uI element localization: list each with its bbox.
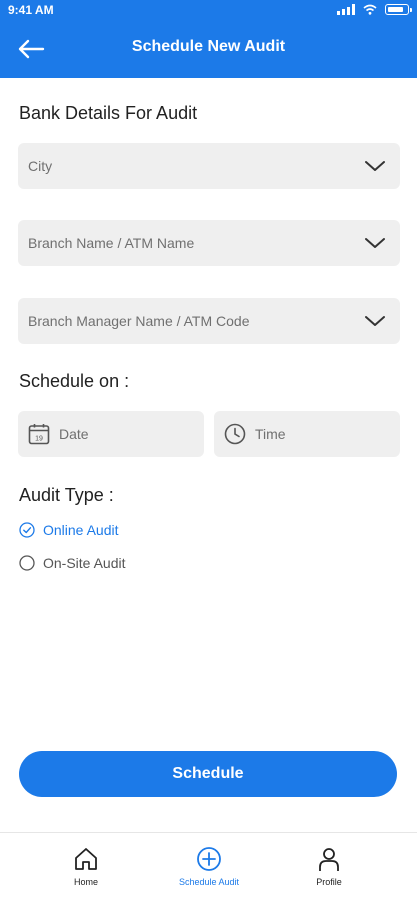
chevron-down-icon (365, 238, 385, 248)
date-field[interactable]: 19 Date (18, 411, 204, 457)
battery-icon (385, 4, 412, 15)
radio-unchecked-icon (19, 555, 35, 571)
online-audit-label: Online Audit (43, 522, 119, 538)
clock-icon (224, 423, 246, 445)
status-time: 9:41 AM (8, 3, 54, 17)
bottom-nav: Home Schedule Audit Profile (0, 832, 417, 900)
wifi-icon (363, 4, 377, 15)
nav-label-home: Home (73, 877, 98, 887)
nav-item-home[interactable]: Home (36, 845, 136, 887)
audit-type-heading: Audit Type : (19, 485, 114, 505)
time-field[interactable]: Time (214, 411, 400, 457)
radio-onsite-audit[interactable]: On-Site Audit (19, 555, 126, 571)
city-select[interactable]: City (18, 143, 400, 189)
status-bar: 9:41 AM (0, 0, 417, 20)
manager-placeholder: Branch Manager Name / ATM Code (28, 313, 250, 329)
chevron-down-icon (365, 161, 385, 171)
home-icon (75, 848, 97, 870)
radio-online-audit[interactable]: Online Audit (19, 522, 119, 538)
onsite-audit-label: On-Site Audit (43, 555, 126, 571)
branch-select[interactable]: Branch Name / ATM Name (18, 220, 400, 266)
check-circle-icon (19, 522, 35, 538)
person-icon (319, 848, 339, 871)
nav-item-schedule-audit[interactable]: Schedule Audit (159, 845, 259, 887)
time-placeholder: Time (255, 426, 286, 442)
nav-item-profile[interactable]: Profile (279, 845, 379, 887)
page-title: Schedule New Audit (131, 38, 286, 55)
schedule-heading: Schedule on : (19, 371, 130, 391)
calendar-day: 19 (35, 436, 43, 443)
branch-placeholder: Branch Name / ATM Name (28, 235, 195, 251)
nav-label-schedule-audit: Schedule Audit (178, 877, 240, 887)
plus-circle-icon (197, 847, 221, 871)
bank-details-heading: Bank Details For Audit (19, 103, 198, 123)
signal-icon (337, 4, 355, 15)
calendar-icon: 19 (28, 424, 50, 445)
chevron-down-icon (365, 316, 385, 326)
manager-select[interactable]: Branch Manager Name / ATM Code (18, 298, 400, 344)
city-placeholder: City (28, 158, 53, 174)
app-header: 9:41 AM Schedule New Audit (0, 0, 417, 78)
nav-label-profile: Profile (316, 877, 342, 887)
date-placeholder: Date (59, 426, 89, 442)
status-icons (337, 4, 412, 15)
schedule-button[interactable]: Schedule (19, 751, 397, 797)
